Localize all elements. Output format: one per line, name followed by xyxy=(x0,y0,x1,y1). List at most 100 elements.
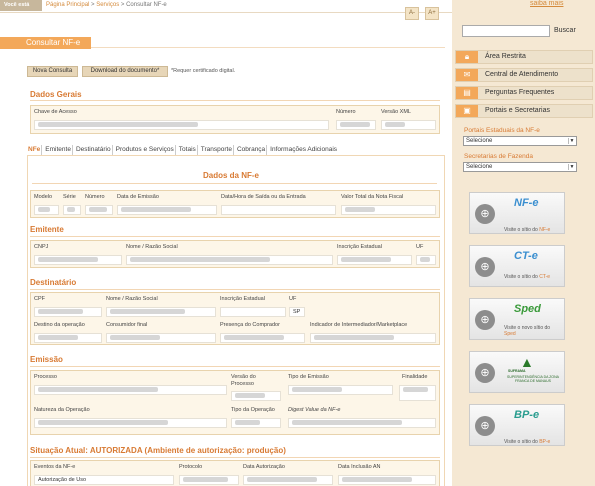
situacao-panel: Eventos da NF-e Protocolo Data Autorizaç… xyxy=(30,460,440,486)
banner-caption: SUPERINTENDÊNCIA DA ZONA FRANCA DE MANAU… xyxy=(507,375,559,383)
tipo-emissao-label: Tipo de Emissão xyxy=(288,374,329,380)
chevron-down-icon: ▼ xyxy=(568,164,575,170)
razao-social-label: Nome / Razão Social xyxy=(126,244,178,250)
cpf-label: CPF xyxy=(34,296,45,302)
natureza-operacao-field xyxy=(34,418,227,428)
dest-ie-field xyxy=(220,307,286,317)
menu-perguntas-frequentes[interactable]: ▤ Perguntas Frequentes xyxy=(455,86,593,100)
data-inclusao-field xyxy=(338,475,436,485)
destino-operacao-label: Destino da operação xyxy=(34,322,85,328)
font-increase-button[interactable]: A+ xyxy=(425,7,439,20)
menu-area-restrita[interactable]: 🔒︎ Área Restrita xyxy=(455,50,593,64)
versao-processo-field xyxy=(231,391,281,401)
data-inclusao-label: Data Inclusão AN xyxy=(338,464,381,470)
presenca-comprador-field xyxy=(220,333,305,343)
chevron-down-icon: ▼ xyxy=(568,138,575,144)
digest-value-label: Digest Value da NF-e xyxy=(288,407,341,413)
uf-field xyxy=(416,255,436,265)
intermediador-label: Indicador de Intermediador/Marketplace xyxy=(310,322,408,328)
title-divider xyxy=(91,47,445,48)
data-emissao-label: Data de Emissão xyxy=(117,194,159,200)
search-button[interactable]: Buscar xyxy=(554,25,576,37)
finalidade-label: Finalidade xyxy=(402,374,428,380)
chave-acesso-field xyxy=(34,120,329,130)
banner-sped[interactable]: ⊕ Sped Visite o novo sítio do Sped xyxy=(469,298,565,340)
data-emissao-field xyxy=(117,205,217,215)
protocolo-field xyxy=(179,475,239,485)
document-icon: ▣ xyxy=(456,105,478,117)
dados-gerais-heading: Dados Gerais xyxy=(30,90,82,99)
book-icon: ▤ xyxy=(456,87,478,99)
globe-icon: ⊕ xyxy=(475,363,495,383)
globe-icon: ⊕ xyxy=(475,204,495,224)
section-divider xyxy=(30,366,440,367)
dados-nfe-panel: Modelo Série Número Data de Emissão Data… xyxy=(30,190,440,218)
inscricao-estadual-field xyxy=(337,255,412,265)
font-decrease-button[interactable]: A- xyxy=(405,7,419,20)
consumidor-final-label: Consumidor final xyxy=(106,322,148,328)
mail-icon: ✉ xyxy=(456,69,478,81)
select-value: Selecione xyxy=(466,138,493,144)
cnpj-label: CNPJ xyxy=(34,244,49,250)
intermediador-field xyxy=(310,333,436,343)
situacao-heading: Situação Atual: AUTORIZADA (Ambiente de … xyxy=(30,446,286,455)
search-input[interactable] xyxy=(462,25,550,37)
destino-operacao-field xyxy=(34,333,102,343)
banner-suframa[interactable]: ⊕ ▲ SUFRAMA SUPERINTENDÊNCIA DA ZONA FRA… xyxy=(469,351,565,393)
emitente-heading: Emitente xyxy=(30,225,64,234)
menu-portais-secretarias[interactable]: ▣ Portais e Secretarias xyxy=(455,104,593,118)
menu-label: Portais e Secretarias xyxy=(485,107,550,114)
globe-icon: ⊕ xyxy=(475,257,495,277)
banner-bpe[interactable]: ⊕ BP-e Visite o sítio do BP-e xyxy=(469,404,565,446)
dest-razao-social-field xyxy=(106,307,216,317)
download-button[interactable]: Download do documento* xyxy=(82,66,168,77)
secretarias-fazenda-label: Secretarias de Fazenda xyxy=(464,153,534,160)
versao-xml-field xyxy=(381,120,436,130)
natureza-operacao-label: Natureza da Operação xyxy=(34,407,90,413)
saiba-mais-link[interactable]: saiba mais xyxy=(530,0,563,7)
data-saida-field xyxy=(221,205,336,215)
cpf-field xyxy=(34,307,102,317)
globe-icon: ⊕ xyxy=(475,310,495,330)
processo-field xyxy=(34,385,227,395)
sped-logo: Sped xyxy=(514,303,541,315)
banner-cte[interactable]: ⊕ CT-e Visite o sítio do CT-e xyxy=(469,245,565,287)
emissao-panel: Processo Versão do Processo Tipo de Emis… xyxy=(30,370,440,435)
bpe-logo: BP-e xyxy=(514,409,540,421)
tipo-operacao-label: Tipo da Operação xyxy=(231,407,275,413)
page-title: Consultar NF-e xyxy=(0,37,91,49)
breadcrumb-servicos-link[interactable]: Serviços xyxy=(96,2,119,8)
section-divider xyxy=(30,457,440,458)
breadcrumb-home-link[interactable]: Página Principal xyxy=(46,2,89,8)
nova-consulta-button[interactable]: Nova Consulta xyxy=(27,66,78,77)
breadcrumb-separator: > xyxy=(120,2,125,8)
processo-label: Processo xyxy=(34,374,57,380)
presenca-comprador-label: Presença do Comprador xyxy=(220,322,280,328)
razao-social-field xyxy=(126,255,333,265)
menu-label: Área Restrita xyxy=(485,53,526,60)
banner-caption: Visite o sítio do CT-e xyxy=(504,274,551,280)
portais-estaduais-select[interactable]: Selecione ▼ xyxy=(463,136,577,146)
breadcrumb: Página Principal > Serviços > Consultar … xyxy=(46,2,167,8)
emissao-heading: Emissão xyxy=(30,355,63,364)
certificate-note: *Requer certificado digital. xyxy=(171,68,236,74)
portais-estaduais-label: Portais Estaduais da NF-e xyxy=(464,127,540,134)
numero-field xyxy=(336,120,376,130)
chave-acesso-label: Chave de Acesso xyxy=(34,109,77,115)
banner-nfe[interactable]: ⊕ NF-e Visite o sítio do NF-e xyxy=(469,192,565,234)
inscricao-estadual-label: Inscrição Estadual xyxy=(337,244,382,250)
valor-total-label: Valor Total da Nota Fiscal xyxy=(341,194,404,200)
globe-icon: ⊕ xyxy=(475,416,495,436)
uf-label: UF xyxy=(416,244,424,250)
eventos-label: Eventos da NF-e xyxy=(34,464,76,470)
consumidor-final-field xyxy=(106,333,216,343)
breadcrumb-separator: > xyxy=(91,2,95,8)
cte-logo: CT-e xyxy=(514,250,538,262)
tipo-operacao-field xyxy=(231,418,281,428)
versao-xml-label: Versão XML xyxy=(381,109,411,115)
section-divider xyxy=(30,289,440,290)
menu-central-atendimento[interactable]: ✉ Central de Atendimento xyxy=(455,68,593,82)
finalidade-field xyxy=(399,385,436,401)
secretarias-fazenda-select[interactable]: Selecione ▼ xyxy=(463,162,577,172)
section-divider xyxy=(32,183,437,184)
